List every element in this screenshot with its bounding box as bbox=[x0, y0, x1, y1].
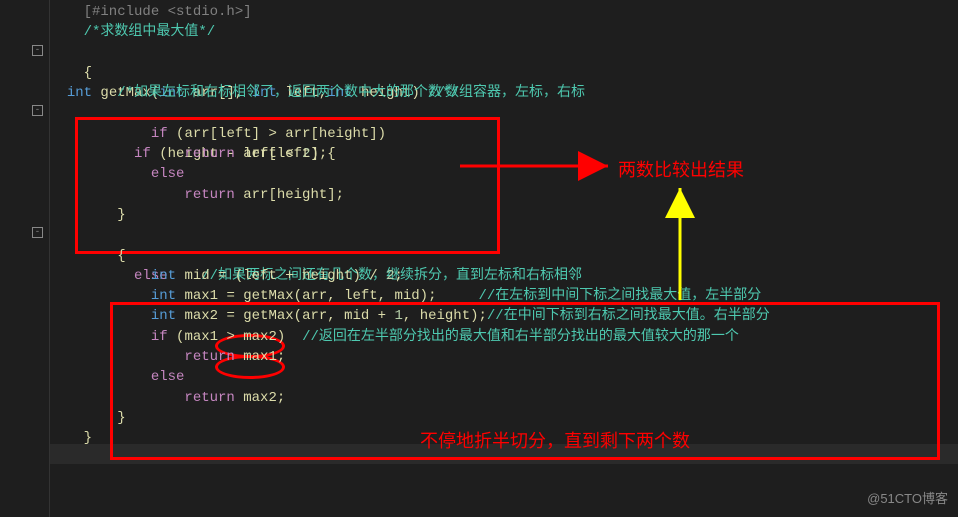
fold-button[interactable]: - bbox=[32, 105, 43, 116]
fold-button[interactable]: - bbox=[32, 45, 43, 56]
code-area: [#include <stdio.h>] /*求数组中最大值*/ - int g… bbox=[0, 2, 958, 449]
fold-button[interactable]: - bbox=[32, 227, 43, 238]
watermark: @51CTO博客 bbox=[867, 490, 948, 509]
